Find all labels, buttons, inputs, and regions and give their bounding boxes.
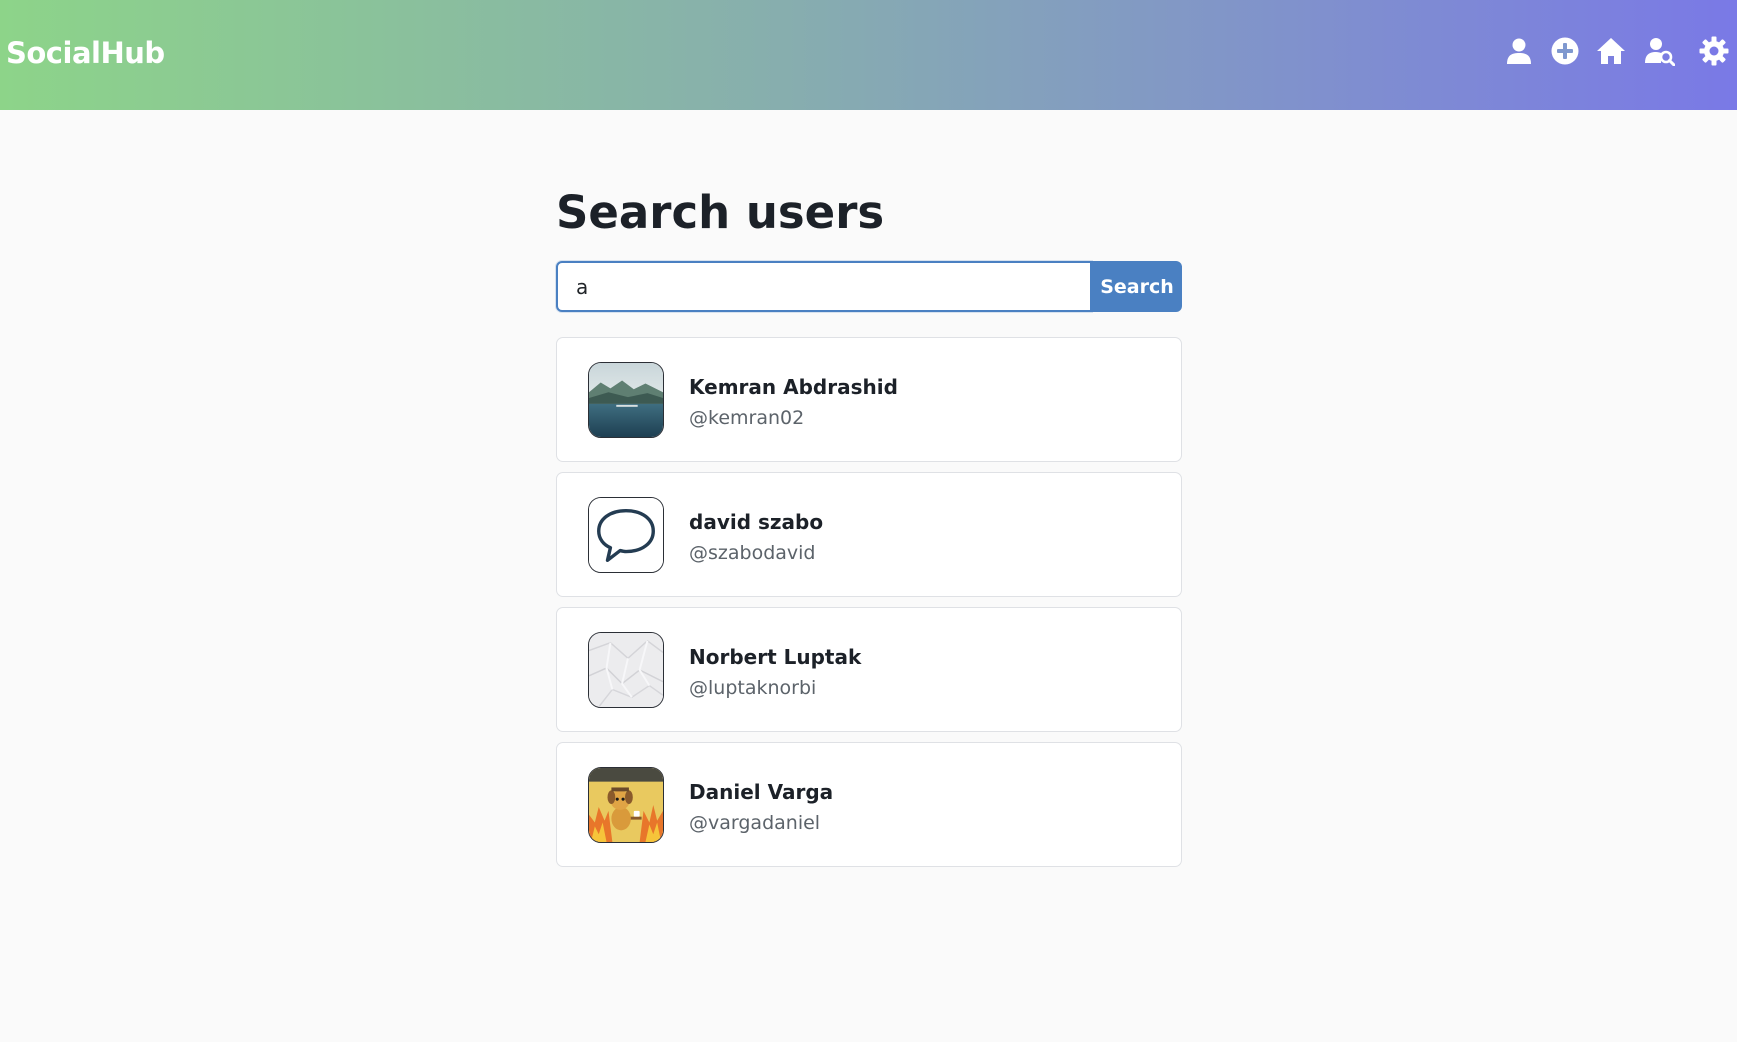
user-handle: @vargadaniel — [689, 812, 821, 834]
user-result-card[interactable]: Daniel Varga @vargadaniel — [556, 742, 1182, 867]
crumpled-paper-avatar — [588, 632, 664, 708]
home-icon[interactable] — [1596, 36, 1626, 66]
user-name: Daniel Varga — [689, 780, 834, 804]
user-name: Norbert Luptak — [689, 645, 862, 669]
user-name: Kemran Abdrashid — [689, 375, 898, 399]
speech-bubble-avatar — [588, 497, 664, 573]
top-navbar: SocialHub — [0, 0, 1737, 110]
user-handle: @kemran02 — [689, 407, 805, 429]
user-search-icon[interactable] — [1645, 36, 1675, 66]
user-result-card[interactable]: david szabo @szabodavid — [556, 472, 1182, 597]
user-name: david szabo — [689, 510, 824, 534]
this-is-fine-dog-avatar — [588, 767, 664, 843]
gear-icon[interactable] — [1699, 36, 1729, 66]
user-icon[interactable] — [1504, 36, 1534, 66]
page-title: Search users — [556, 186, 885, 239]
user-result-card[interactable]: Norbert Luptak @luptaknorbi — [556, 607, 1182, 732]
user-handle: @luptaknorbi — [689, 677, 817, 699]
search-button[interactable]: Search — [1092, 261, 1182, 312]
plus-circle-icon[interactable] — [1550, 36, 1580, 66]
user-result-card[interactable]: Kemran Abdrashid @kemran02 — [556, 337, 1182, 462]
user-handle: @szabodavid — [689, 542, 816, 564]
brand-logo[interactable]: SocialHub — [6, 36, 165, 70]
search-input[interactable] — [556, 261, 1092, 312]
lake-landscape-avatar — [588, 362, 664, 438]
